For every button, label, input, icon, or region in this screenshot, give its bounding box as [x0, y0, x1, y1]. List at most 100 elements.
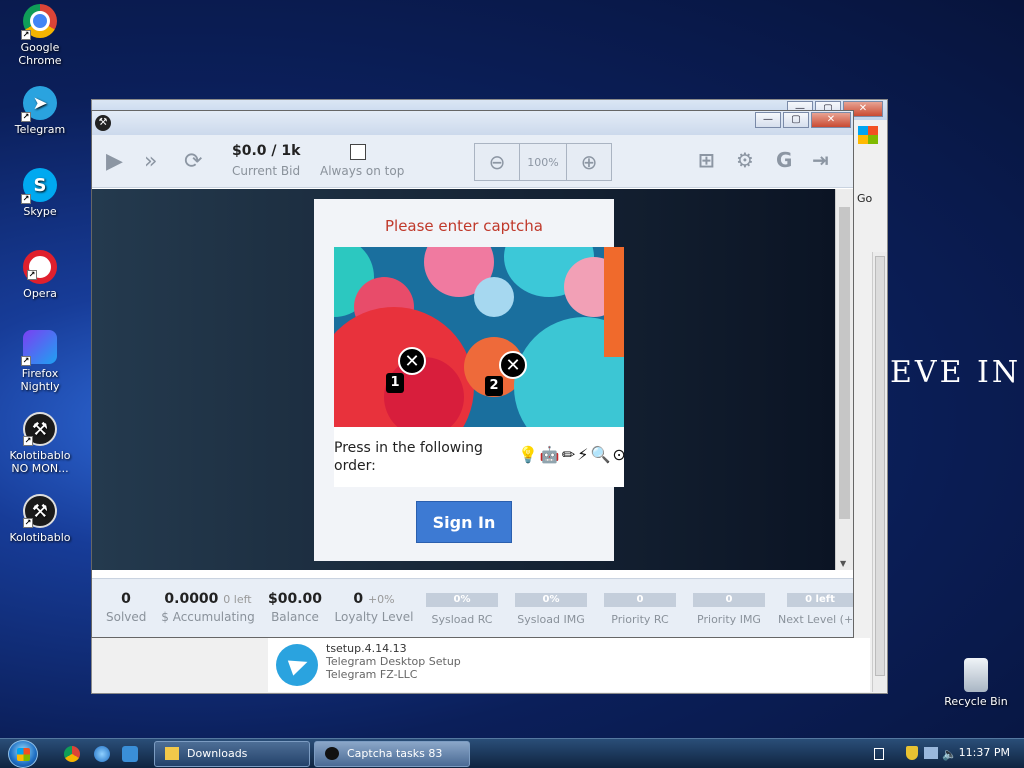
priority-img-bar: 0 [693, 593, 765, 607]
solved-label: Solved [106, 610, 147, 624]
scrollbar-thumb[interactable] [875, 256, 885, 676]
download-publisher: Telegram FZ-LLC [326, 668, 418, 681]
loyalty-value: 0 [353, 591, 364, 607]
shortcut-arrow-icon: ↗ [21, 112, 31, 122]
logout-icon[interactable]: ⇥ [812, 148, 829, 172]
captcha-tasks-window[interactable]: ⚒ — ▢ ✕ ▶ » ⟳ $0.0 / 1k Current Bid Alwa… [91, 110, 854, 638]
sysload-rc-label: Sysload RC [431, 613, 493, 626]
maximize-button[interactable]: ▢ [783, 112, 809, 128]
zoom-in-button[interactable]: ⊕ [566, 143, 612, 181]
outlook-express-icon[interactable] [122, 746, 138, 762]
telegram-icon [276, 644, 318, 686]
zoom-level[interactable]: 100% [520, 143, 566, 181]
accumulating-value: 0.0000 [164, 591, 219, 607]
desktop-icon-recycle-bin[interactable]: Recycle Bin [938, 658, 1014, 708]
desktop-icon-kolotibablo[interactable]: ⚒ ↗ Kolotibablo [2, 494, 78, 544]
window-titlebar[interactable]: ⚒ — ▢ ✕ [92, 111, 853, 135]
telegram-icon: ➤ ↗ [21, 86, 57, 122]
taskbar-item-label: Captcha tasks 83 [347, 747, 443, 760]
network-icon[interactable] [924, 747, 938, 759]
current-bid-label: Current Bid [232, 164, 301, 178]
desktop-icon-label: Kolotibablo [9, 531, 71, 544]
windows-logo-icon [858, 126, 878, 144]
folder-icon [165, 747, 179, 760]
viewport-scrollbar[interactable]: ▼ [835, 189, 853, 570]
toolbar: ▶ » ⟳ $0.0 / 1k Current Bid Always on to… [92, 135, 853, 188]
desktop-icon-opera[interactable]: ↗ Opera [2, 250, 78, 300]
internet-explorer-icon[interactable] [94, 746, 110, 762]
captcha-click-number: 2 [485, 376, 503, 396]
always-on-top-label: Always on top [320, 164, 405, 178]
hammer-icon: ⚒ ↗ [23, 494, 57, 528]
zoom-out-button[interactable]: ⊖ [474, 143, 520, 181]
sign-in-button[interactable]: Sign In [416, 501, 512, 543]
go-button[interactable]: Go [857, 192, 885, 210]
scrollbar-thumb[interactable] [839, 207, 850, 519]
minimize-button[interactable]: — [755, 112, 781, 128]
desktop-icon-label: Firefox Nightly [20, 367, 60, 393]
refresh-icon[interactable]: ⟳ [184, 149, 202, 174]
google-icon[interactable]: G [776, 148, 792, 172]
close-button[interactable]: ✕ [811, 112, 851, 128]
taskbar-item-label: Downloads [187, 747, 248, 760]
fast-forward-icon[interactable]: » [144, 149, 157, 174]
add-window-icon[interactable]: ⊞ [698, 148, 715, 172]
accumulating-left: 0 left [223, 593, 252, 606]
captcha-order-icons: 💡🤖✏⚡🔍⊙ [518, 445, 628, 464]
opera-icon: ↗ [23, 250, 57, 284]
stat-balance: $00.00 Balance [264, 591, 326, 624]
stat-solved: 0 Solved [106, 591, 146, 624]
priority-img-label: Priority IMG [697, 613, 761, 626]
desktop-icon-kolotibablo-no-money[interactable]: ⚒ ↗ Kolotibablo NO MON... [2, 412, 78, 475]
shortcut-arrow-icon: ↗ [23, 436, 33, 446]
desktop-icon-skype[interactable]: S ↗ Skype [2, 168, 78, 218]
taskbar-item-captcha-tasks[interactable]: Captcha tasks 83 [314, 741, 470, 767]
captcha-viewport: Please enter captcha ✕ 1 ✕ 2 Press in th [92, 189, 835, 570]
download-description: Telegram Desktop Setup [326, 655, 461, 668]
keyboard-icon[interactable] [874, 748, 884, 760]
app-icon: ⚒ [95, 115, 111, 131]
desktop-icon-label: Recycle Bin [944, 695, 1008, 708]
sysload-img-bar: 0% [515, 593, 587, 607]
stat-loyalty: 0 +0% Loyalty Level [334, 591, 414, 624]
always-on-top-checkbox[interactable] [350, 144, 366, 160]
next-level-bar: 0 left [787, 593, 853, 607]
shortcut-arrow-icon: ↗ [27, 270, 37, 280]
system-tray: 🔈 11:37 PM [866, 739, 1024, 768]
shortcut-arrow-icon: ↗ [21, 30, 31, 40]
shortcut-arrow-icon: ↗ [21, 356, 31, 366]
desktop-icon-firefox-nightly[interactable]: ↗ Firefox Nightly [2, 330, 78, 393]
status-bar: 0 Solved 0.0000 0 left $ Accumulating $0… [92, 578, 853, 637]
captcha-instructions: Press in the following order: 💡🤖✏⚡🔍⊙ [334, 427, 626, 487]
current-bid-value: $0.0 / 1k [232, 143, 301, 159]
desktop-icon-chrome[interactable]: ↗ Google Chrome [2, 4, 78, 67]
start-button[interactable] [8, 740, 38, 768]
captcha-click-number: 1 [386, 373, 404, 393]
chrome-icon[interactable] [64, 746, 80, 762]
scroll-down-icon[interactable]: ▼ [840, 559, 846, 568]
captcha-click-mark-icon[interactable]: ✕ [398, 347, 426, 375]
play-icon[interactable]: ▶ [106, 149, 123, 174]
download-item[interactable]: tsetup.4.14.13 Telegram Desktop Setup Te… [268, 638, 870, 692]
sysload-rc-bar: 0% [426, 593, 498, 607]
captcha-image[interactable]: ✕ 1 ✕ 2 [334, 247, 624, 427]
balance-value: $00.00 [267, 591, 323, 607]
firefox-nightly-icon: ↗ [21, 330, 57, 366]
volume-icon[interactable]: 🔈 [942, 747, 957, 761]
downloads-scrollbar[interactable] [872, 252, 887, 692]
captcha-card: Please enter captcha ✕ 1 ✕ 2 Press in th [314, 199, 626, 561]
captcha-instruction-text: Press in the following order: [334, 440, 483, 474]
taskbar: Downloads Captcha tasks 83 🔈 11:37 PM [0, 738, 1024, 768]
captcha-click-mark-icon[interactable]: ✕ [499, 351, 527, 379]
sysload-img-label: Sysload IMG [517, 613, 585, 626]
next-level-label: Next Level (+0 [778, 613, 853, 626]
gear-icon[interactable]: ⚙ [736, 148, 754, 172]
balance-label: Balance [271, 610, 319, 624]
loyalty-bonus: +0% [367, 593, 395, 606]
desktop-icon-telegram[interactable]: ➤ ↗ Telegram [2, 86, 78, 136]
clock[interactable]: 11:37 PM [959, 746, 1010, 759]
taskbar-item-downloads[interactable]: Downloads [154, 741, 310, 767]
desktop-icon-label: Opera [23, 287, 57, 300]
desktop-icon-label: Kolotibablo NO MON... [9, 449, 71, 475]
shield-icon[interactable] [906, 746, 918, 760]
